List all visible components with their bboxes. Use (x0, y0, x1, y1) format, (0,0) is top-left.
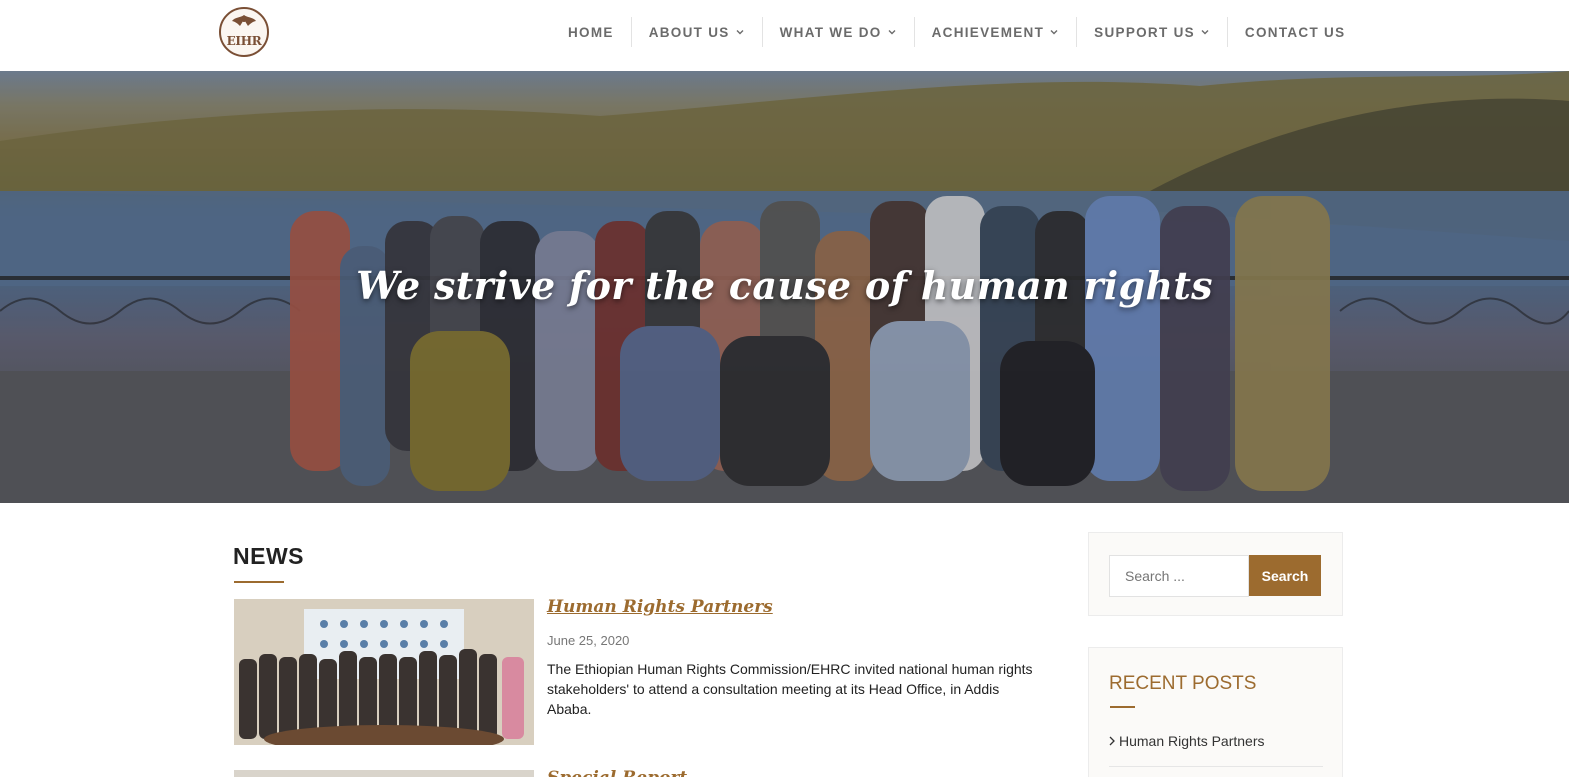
chevron-down-icon (736, 30, 744, 35)
nav-what-we-do[interactable]: WHAT WE DO (761, 17, 914, 47)
post-thumbnail[interactable] (234, 770, 534, 777)
logo-text: EIHR (226, 34, 262, 48)
search-widget: Search (1088, 532, 1343, 616)
post-title-link[interactable]: Special Report (547, 768, 687, 777)
divider (1109, 766, 1323, 767)
nav-achievement-label: ACHIEVEMENT (931, 24, 1045, 40)
post-thumbnail[interactable] (234, 599, 534, 745)
recent-post-label: Human Rights Partners (1119, 733, 1265, 749)
chevron-right-icon (1109, 736, 1115, 746)
hero-banner: We strive for the cause of human rights (0, 71, 1569, 503)
recent-posts-title: RECENT POSTS (1109, 673, 1257, 694)
nav-support-us[interactable]: SUPPORT US (1076, 17, 1227, 47)
nav-achievement[interactable]: ACHIEVEMENT (913, 17, 1077, 47)
search-input[interactable] (1109, 555, 1249, 597)
chevron-down-icon (1201, 30, 1209, 35)
nav-home-label: HOME (568, 24, 614, 40)
recent-posts-underline (1110, 706, 1135, 708)
news-heading-underline (234, 581, 284, 583)
chevron-down-icon (1050, 30, 1058, 35)
recent-posts-widget: RECENT POSTS Human Rights Partners (1088, 647, 1343, 777)
nav-support-us-label: SUPPORT US (1094, 24, 1195, 40)
recent-post-link[interactable]: Human Rights Partners (1109, 733, 1265, 749)
post-excerpt: The Ethiopian Human Rights Commission/EH… (547, 661, 1033, 717)
site-logo[interactable]: EIHR (219, 7, 269, 57)
nav-home[interactable]: HOME (551, 17, 631, 47)
hero-tagline: We strive for the cause of human rights (356, 263, 1213, 308)
search-button[interactable]: Search (1249, 555, 1321, 596)
post-date: June 25, 2020 (547, 633, 630, 648)
post-title-link[interactable]: Human Rights Partners (547, 597, 773, 617)
nav-about-us-label: ABOUT US (648, 24, 730, 40)
meeting-photo (234, 599, 534, 745)
eagle-icon (232, 15, 256, 26)
nav-contact-us[interactable]: CONTACT US (1226, 17, 1363, 47)
main-nav: HOME ABOUT US WHAT WE DO ACHIEVEMENT SUP… (551, 17, 1362, 47)
nav-about-us[interactable]: ABOUT US (630, 17, 762, 47)
site-header: EIHR HOME ABOUT US WHAT WE DO ACHIEVEMEN… (0, 0, 1569, 71)
news-heading: NEWS (233, 543, 304, 569)
nav-contact-us-label: CONTACT US (1244, 24, 1346, 40)
nav-what-we-do-label: WHAT WE DO (779, 24, 882, 40)
chevron-down-icon (888, 30, 896, 35)
